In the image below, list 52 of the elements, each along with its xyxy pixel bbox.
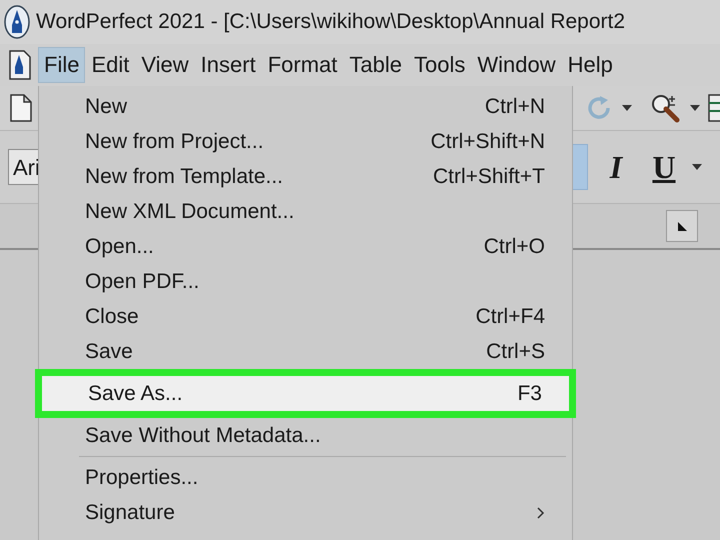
menu-item-label: New XML Document... (85, 200, 294, 224)
italic-button[interactable]: I (596, 144, 636, 190)
menu-item-label: Open PDF... (85, 270, 200, 294)
menu-item[interactable]: Open... Ctrl+O (39, 229, 572, 264)
menu-item[interactable]: Tools (408, 47, 472, 83)
menu-item-label: Save As... (88, 382, 183, 406)
menu-item-label: Save Without Metadata... (85, 424, 321, 448)
dialog-launcher-button[interactable] (666, 210, 698, 242)
corner-arrow-icon (676, 220, 688, 232)
menu-item[interactable]: Signature (39, 495, 572, 530)
window-title: WordPerfect 2021 - [C:\Users\wikihow\Desktop\Annual Report2 (36, 10, 626, 34)
caret-icon[interactable] (692, 164, 702, 170)
menu-item-label: Properties... (85, 466, 198, 490)
menu-item[interactable]: Insert (194, 47, 262, 83)
new-document-icon[interactable] (10, 94, 32, 122)
menu-item[interactable]: Window (471, 47, 562, 83)
menu-item[interactable]: Edit (85, 47, 136, 83)
menu-item[interactable]: Save Without Metadata... (39, 418, 572, 453)
menu-item[interactable]: Open PDF... (39, 264, 572, 299)
app-logo-icon (4, 5, 30, 39)
underline-button[interactable]: U (644, 144, 684, 190)
shortcut-label: Ctrl+F4 (476, 304, 545, 328)
menu-item-label: New from Project... (85, 130, 264, 154)
menu-item[interactable]: Properties... (39, 460, 572, 495)
menu-item-label: New (85, 94, 128, 118)
menu-item-label: Open... (85, 234, 154, 258)
menu-item-label: Save (85, 340, 133, 364)
menu-item-label: Signature (85, 500, 175, 524)
table-icon[interactable] (708, 93, 720, 123)
caret-icon[interactable] (622, 105, 632, 111)
menu-item[interactable]: Format (262, 47, 344, 83)
shortcut-label: F3 (517, 382, 542, 406)
shortcut-label: Ctrl+S (486, 340, 545, 364)
menu-item[interactable]: View (135, 47, 195, 83)
zoom-icon[interactable] (650, 93, 682, 123)
caret-icon[interactable] (690, 105, 700, 111)
menu-item-label: Close (85, 304, 139, 328)
menu-item[interactable]: New Ctrl+N (39, 89, 572, 124)
menu-item[interactable]: Close Ctrl+F4 (39, 299, 572, 334)
menu-item-label: New from Template... (85, 164, 284, 188)
menu-item[interactable]: Table (343, 47, 408, 83)
document-pen-icon[interactable] (8, 49, 32, 81)
menu-item[interactable]: Save Ctrl+S (39, 334, 572, 369)
menu-item[interactable]: File (38, 47, 86, 83)
menu-item[interactable]: Help (562, 47, 619, 83)
shortcut-label: Ctrl+Shift+T (432, 164, 545, 188)
shortcut-label: Ctrl+O (484, 234, 545, 258)
shortcut-label: Ctrl+N (484, 94, 545, 118)
menu-item[interactable]: New XML Document... (39, 194, 572, 229)
shortcut-label: Ctrl+Shift+N (430, 130, 545, 154)
menu-item[interactable]: Save As... F3 (35, 369, 576, 418)
chevron-right-icon (537, 506, 545, 518)
